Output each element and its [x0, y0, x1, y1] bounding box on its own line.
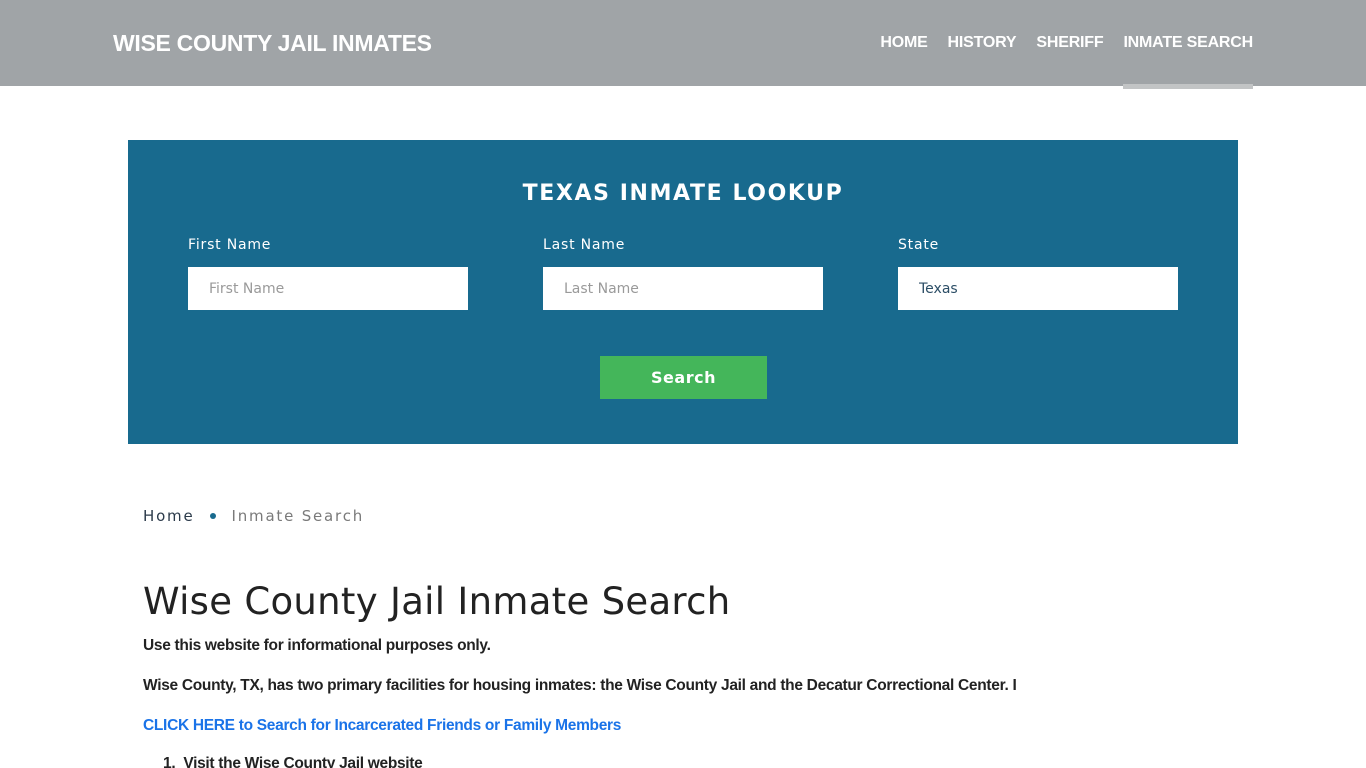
lookup-title: TEXAS INMATE LOOKUP [522, 181, 844, 206]
intro-text: Wise County, TX, has two primary facilit… [143, 677, 1017, 694]
step-text: Visit the Wise County Jail website [183, 755, 423, 768]
state-label: State [898, 237, 940, 253]
step-number: 1. [163, 755, 176, 768]
last-name-input[interactable] [543, 267, 823, 310]
inmate-lookup-form: TEXAS INMATE LOOKUP First Name Last Name… [128, 140, 1238, 444]
nav-home[interactable]: HOME [880, 0, 927, 89]
page-title: Wise County Jail Inmate Search [143, 580, 731, 623]
search-friends-family-link[interactable]: CLICK HERE to Search for Incarcerated Fr… [143, 717, 621, 735]
steps-list: 1. Visit the Wise County Jail website [163, 755, 423, 768]
nav-inmate-search[interactable]: INMATE SEARCH [1123, 0, 1253, 89]
main-nav: HOME HISTORY SHERIFF INMATE SEARCH [860, 0, 1253, 89]
disclaimer-text: Use this website for informational purpo… [143, 637, 491, 654]
breadcrumb: Home Inmate Search [143, 507, 364, 525]
nav-history[interactable]: HISTORY [948, 0, 1017, 89]
state-input[interactable] [898, 267, 1178, 310]
nav-sheriff[interactable]: SHERIFF [1036, 0, 1103, 89]
breadcrumb-current: Inmate Search [231, 507, 365, 525]
first-name-label: First Name [188, 237, 272, 253]
breadcrumb-home[interactable]: Home [143, 507, 195, 525]
last-name-label: Last Name [543, 237, 626, 253]
site-logo[interactable]: WISE COUNTY JAIL INMATES [113, 30, 432, 57]
site-header: WISE COUNTY JAIL INMATES HOME HISTORY SH… [0, 0, 1366, 89]
last-name-group: Last Name [543, 237, 823, 310]
breadcrumb-separator-icon [209, 513, 216, 519]
state-group: State [898, 237, 1178, 310]
search-button[interactable]: Search [600, 356, 767, 399]
first-name-group: First Name [188, 237, 468, 310]
step-item: 1. Visit the Wise County Jail website [163, 755, 423, 768]
first-name-input[interactable] [188, 267, 468, 310]
